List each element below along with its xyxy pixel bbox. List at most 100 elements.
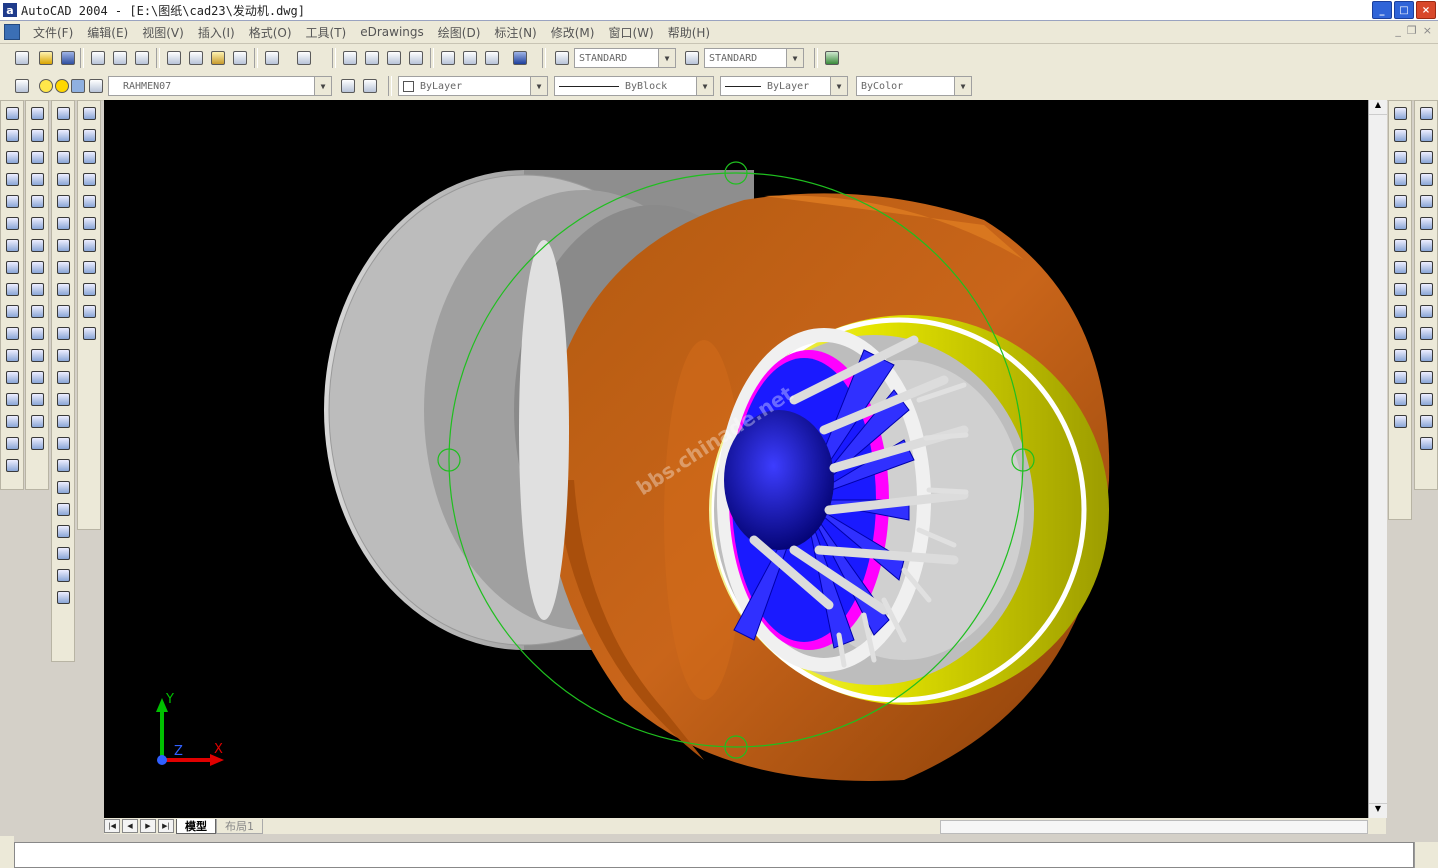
doc-close-button[interactable]: ×: [1423, 24, 1432, 37]
scale-icon[interactable]: [27, 257, 47, 277]
snap-insert-icon[interactable]: [1390, 323, 1410, 343]
setup-view-icon[interactable]: [53, 367, 73, 387]
ellipse-icon[interactable]: [2, 301, 22, 321]
camera-icon[interactable]: [53, 565, 73, 585]
intersect-icon[interactable]: [53, 455, 73, 475]
torus-icon[interactable]: [53, 213, 73, 233]
make-layer-current-icon[interactable]: [338, 76, 358, 96]
clip-icon[interactable]: [79, 301, 99, 321]
menu-edrawings[interactable]: eDrawings: [353, 25, 431, 39]
linetype-select[interactable]: ByBlock ▼: [554, 76, 714, 96]
cone-icon[interactable]: [53, 169, 73, 189]
first-tab-icon[interactable]: |◀: [104, 819, 120, 833]
dim-quick-icon[interactable]: [1416, 235, 1436, 255]
arc-icon[interactable]: [2, 213, 22, 233]
snap-apparent-icon[interactable]: [1390, 169, 1410, 189]
new-icon[interactable]: [12, 48, 32, 68]
snap-nearest-icon[interactable]: [1390, 367, 1410, 387]
layer-plot-icon[interactable]: [86, 76, 106, 96]
swivel-icon[interactable]: [79, 279, 99, 299]
3dorbit-icon[interactable]: [79, 169, 99, 189]
section-icon[interactable]: [53, 301, 73, 321]
copy-icon[interactable]: [186, 48, 206, 68]
trim-icon[interactable]: [27, 301, 47, 321]
slice-icon[interactable]: [53, 279, 73, 299]
array-icon[interactable]: [27, 191, 47, 211]
move-icon[interactable]: [27, 213, 47, 233]
snap-midpoint-icon[interactable]: [1390, 125, 1410, 145]
erase-icon[interactable]: [27, 103, 47, 123]
dim-style-icon[interactable]: [682, 48, 702, 68]
dim-ordinate-icon[interactable]: [1416, 147, 1436, 167]
revcloud-icon[interactable]: [2, 257, 22, 277]
spline-icon[interactable]: [2, 279, 22, 299]
dim-angular-icon[interactable]: [1416, 213, 1436, 233]
dim-radius-icon[interactable]: [1416, 169, 1436, 189]
continuous-orbit-icon[interactable]: [79, 191, 99, 211]
properties-icon[interactable]: [438, 48, 458, 68]
zoom-realtime-icon[interactable]: [362, 48, 382, 68]
dim-tolerance-icon[interactable]: [1416, 323, 1436, 343]
interfere-icon[interactable]: [53, 323, 73, 343]
snap-tangent-icon[interactable]: [1390, 257, 1410, 277]
snap-quadrant-icon[interactable]: [1390, 235, 1410, 255]
insert-block-icon[interactable]: [2, 345, 22, 365]
snap-intersection-icon[interactable]: [1390, 147, 1410, 167]
zoom-previous-icon[interactable]: [406, 48, 426, 68]
continuous-orbit-icon[interactable]: [53, 499, 73, 519]
fillet-icon[interactable]: [27, 411, 47, 431]
join-icon[interactable]: [27, 367, 47, 387]
minimize-button[interactable]: _: [1372, 1, 1392, 19]
command-scrollbar[interactable]: [1414, 842, 1438, 868]
tab-model[interactable]: 模型: [176, 818, 216, 834]
undo-icon[interactable]: [262, 48, 282, 68]
sphere-icon[interactable]: [53, 125, 73, 145]
intersect-icon[interactable]: [79, 147, 99, 167]
menu-tools[interactable]: 工具(T): [299, 24, 354, 41]
xline-icon[interactable]: [2, 125, 22, 145]
pan-icon[interactable]: [53, 543, 73, 563]
menu-help[interactable]: 帮助(H): [661, 24, 717, 41]
print-preview-icon[interactable]: [110, 48, 130, 68]
snap-extension-icon[interactable]: [1390, 191, 1410, 211]
doc-minimize-button[interactable]: _: [1395, 24, 1401, 37]
last-tab-icon[interactable]: ▶|: [158, 819, 174, 833]
document-icon[interactable]: [4, 24, 20, 40]
snap-parallel-icon[interactable]: [1390, 301, 1410, 321]
dim-aligned-icon[interactable]: [1416, 125, 1436, 145]
next-tab-icon[interactable]: ▶: [140, 819, 156, 833]
maximize-button[interactable]: □: [1394, 1, 1414, 19]
3dorbit-icon[interactable]: [53, 477, 73, 497]
text-icon[interactable]: [2, 455, 22, 475]
ellipse-arc-icon[interactable]: [2, 323, 22, 343]
offset-icon[interactable]: [27, 169, 47, 189]
dim-leader-icon[interactable]: [1416, 301, 1436, 321]
menu-view[interactable]: 视图(V): [135, 24, 191, 41]
subtract-icon[interactable]: [79, 125, 99, 145]
copy-icon[interactable]: [27, 125, 47, 145]
stretch-icon[interactable]: [27, 279, 47, 299]
layer-select[interactable]: RAHMEN07 ▼: [108, 76, 332, 96]
dim-edit-icon[interactable]: [1416, 367, 1436, 387]
extrude-icon[interactable]: [53, 235, 73, 255]
autocad-icon[interactable]: a: [3, 3, 17, 17]
menu-window[interactable]: 窗口(W): [601, 24, 660, 41]
union-icon[interactable]: [53, 411, 73, 431]
rotate-icon[interactable]: [27, 235, 47, 255]
save-icon[interactable]: [58, 48, 78, 68]
dim-style-icon[interactable]: [1416, 433, 1436, 453]
polygon-icon[interactable]: [2, 169, 22, 189]
design-center-icon[interactable]: [460, 48, 480, 68]
swivel-icon[interactable]: [53, 587, 73, 607]
make-block-icon[interactable]: [2, 367, 22, 387]
layer-manager-icon[interactable]: [12, 76, 32, 96]
plot-style-icon[interactable]: [822, 48, 842, 68]
doc-restore-button[interactable]: ❐: [1407, 24, 1417, 37]
dim-text-edit-icon[interactable]: [1416, 389, 1436, 409]
cut-icon[interactable]: [164, 48, 184, 68]
rectangle-icon[interactable]: [2, 191, 22, 211]
snap-perpendicular-icon[interactable]: [1390, 279, 1410, 299]
camera-icon[interactable]: [79, 257, 99, 277]
dim-style-select[interactable]: STANDARD ▼: [704, 48, 804, 68]
menu-draw[interactable]: 绘图(D): [431, 24, 488, 41]
